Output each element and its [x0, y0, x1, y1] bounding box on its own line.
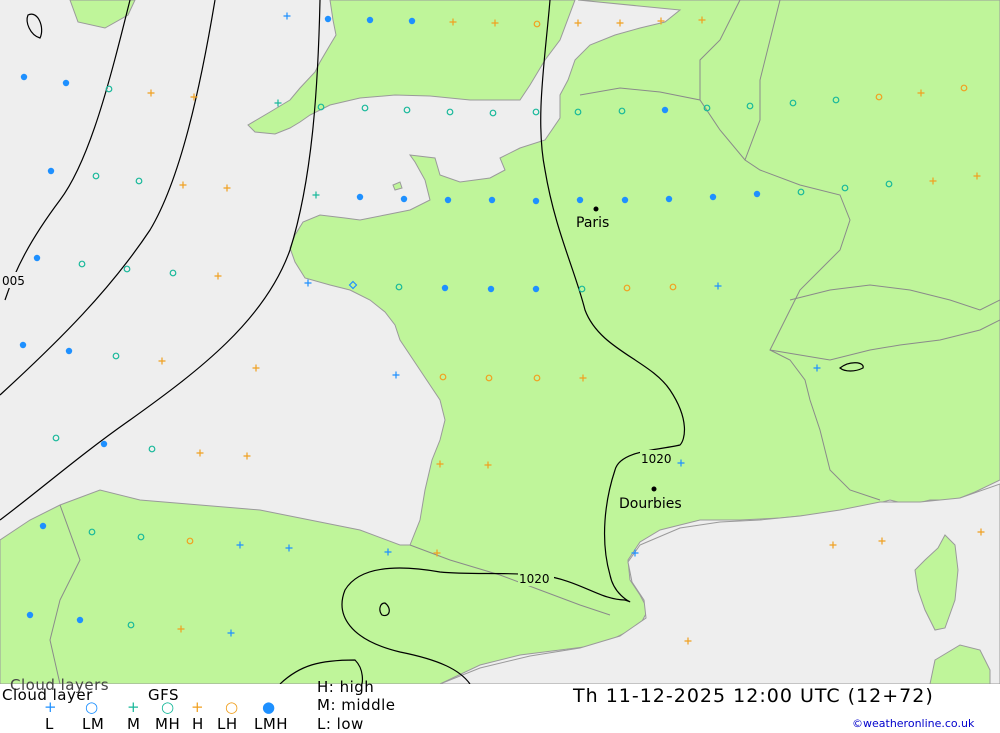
- low-middle-high-cloud-symbol: [39, 522, 47, 530]
- legend-code: LMH: [254, 715, 289, 733]
- low-middle-high-cloud-symbol: [366, 16, 374, 24]
- legend-code: L: [45, 715, 54, 733]
- legend-code: M: [127, 715, 141, 733]
- low-middle-high-cloud-symbol: [100, 440, 108, 448]
- legend-symbol-all-icon: ●: [262, 698, 276, 716]
- isobar-label: 005: [2, 274, 25, 288]
- low-middle-high-cloud-symbol: [487, 285, 495, 293]
- low-middle-high-cloud-symbol: [441, 284, 449, 292]
- low-middle-high-cloud-symbol: [400, 195, 408, 203]
- legend-key-high: H: high: [317, 678, 375, 696]
- low-middle-high-cloud-symbol: [444, 196, 452, 204]
- low-middle-high-cloud-symbol: [753, 190, 761, 198]
- city-dot-paris: [593, 206, 599, 212]
- low-middle-high-cloud-symbol: [76, 616, 84, 624]
- credit-link[interactable]: ©weatheronline.co.uk: [852, 717, 974, 730]
- legend-code: H: [192, 715, 204, 733]
- low-middle-high-cloud-symbol: [324, 15, 332, 23]
- low-middle-high-cloud-symbol: [576, 196, 584, 204]
- forecast-datetime: Th 11-12-2025 12:00 UTC (12+72): [573, 685, 934, 707]
- low-middle-high-cloud-symbol: [665, 195, 673, 203]
- isobar-label: 1020: [641, 452, 672, 466]
- legend-symbol-low-icon: +: [44, 698, 57, 716]
- low-middle-high-cloud-symbol: [65, 347, 73, 355]
- legend-symbol-middle-icon: +: [127, 698, 140, 716]
- low-middle-high-cloud-symbol: [532, 197, 540, 205]
- low-middle-high-cloud-symbol: [709, 193, 717, 201]
- low-middle-high-cloud-symbol: [532, 285, 540, 293]
- cloud-layer-map: 005 1020 1020 Paris Dourbies: [0, 0, 1000, 684]
- low-middle-high-cloud-symbol: [47, 167, 55, 175]
- legend-key-middle: M: middle: [317, 696, 396, 714]
- legend-key-low: L: low: [317, 715, 364, 733]
- legend-symbol-low-high-icon: ○: [225, 698, 239, 716]
- low-middle-high-cloud-symbol: [621, 196, 629, 204]
- legend-code: MH: [155, 715, 181, 733]
- low-middle-high-cloud-symbol: [26, 611, 34, 619]
- legend-symbol-high-icon: +: [191, 698, 204, 716]
- low-middle-high-cloud-symbol: [408, 17, 416, 25]
- legend-symbol-middle-high-icon: ○: [161, 698, 175, 716]
- low-middle-high-cloud-symbol: [488, 196, 496, 204]
- low-middle-high-cloud-symbol: [33, 254, 41, 262]
- low-middle-high-cloud-symbol: [20, 73, 28, 81]
- city-label-paris: Paris: [576, 215, 609, 231]
- low-middle-high-cloud-symbol: [62, 79, 70, 87]
- city-label-dourbies: Dourbies: [619, 496, 682, 512]
- legend-code: LM: [82, 715, 105, 733]
- legend-code: LH: [217, 715, 238, 733]
- legend-symbol-low-middle-icon: ○: [85, 698, 99, 716]
- low-middle-high-cloud-symbol: [356, 193, 364, 201]
- low-middle-high-cloud-symbol: [661, 106, 669, 114]
- isobar-label: 1020: [519, 572, 550, 586]
- city-dot-dourbies: [651, 486, 657, 492]
- low-middle-high-cloud-symbol: [19, 341, 27, 349]
- legend-bar: Cloud layers Cloud layer GFS + ○ + ○ + ○…: [0, 676, 1000, 733]
